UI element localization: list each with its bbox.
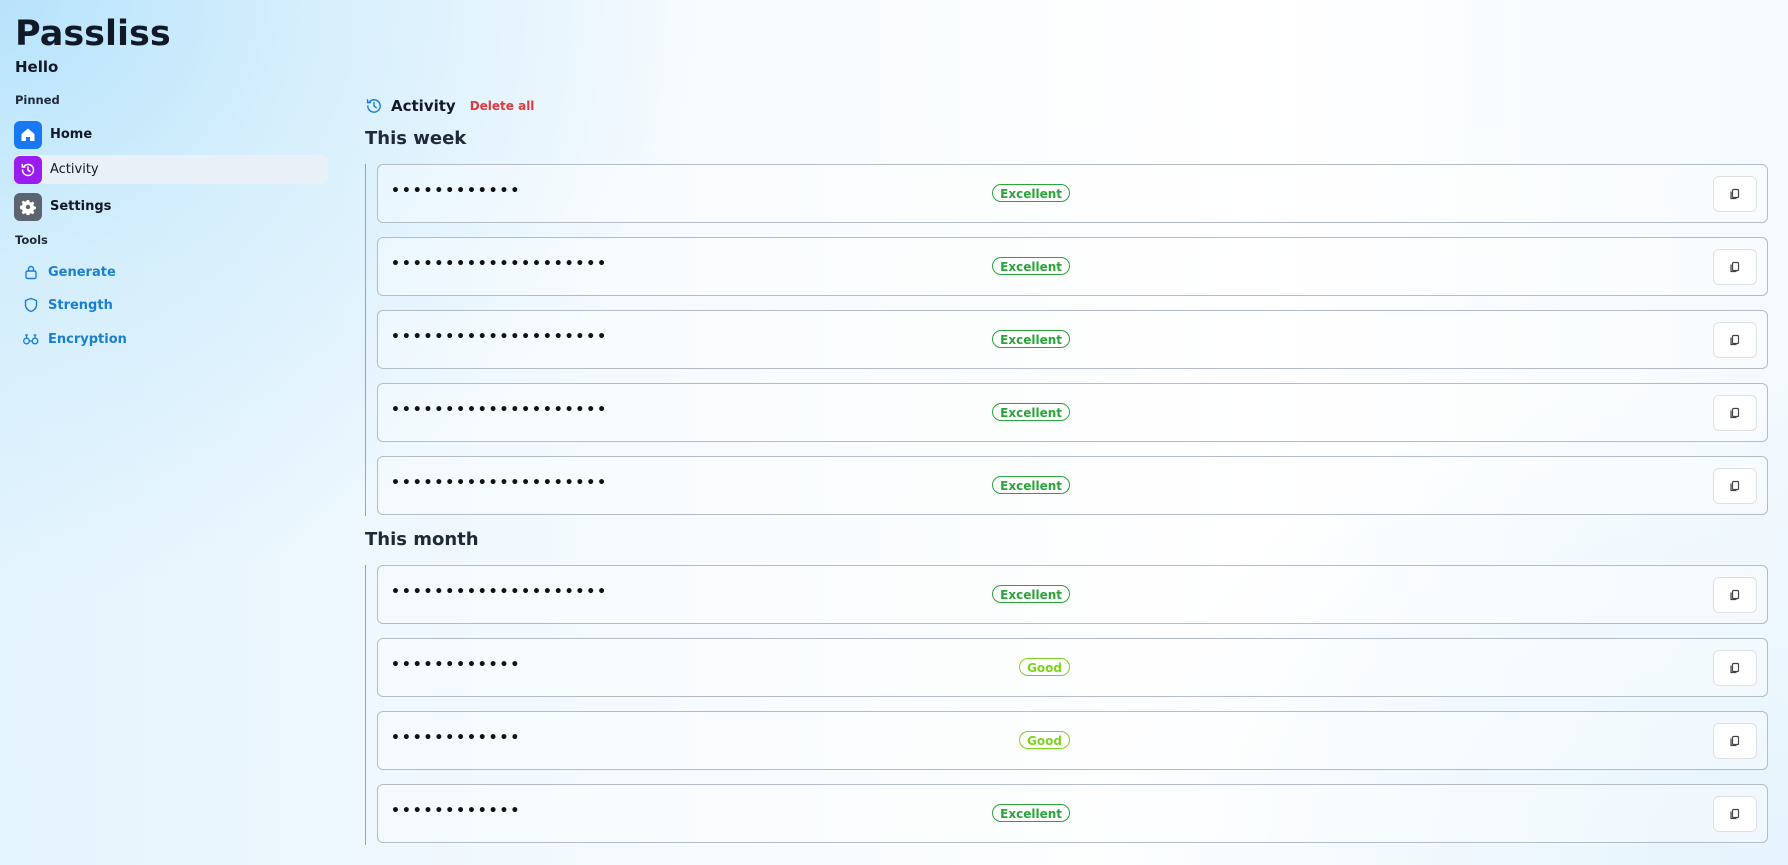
app-title: Passliss bbox=[15, 14, 171, 54]
copy-icon bbox=[1729, 404, 1741, 423]
list-item: •••••••••••• Excellent bbox=[377, 784, 1768, 843]
list-item: •••••••••••••••••••• Excellent bbox=[377, 383, 1768, 442]
sidebar-item-label: Encryption bbox=[48, 331, 127, 347]
sidebar-item-strength[interactable]: Strength bbox=[22, 294, 113, 316]
sidebar-item-label: Strength bbox=[48, 297, 113, 313]
group-divider bbox=[365, 164, 366, 516]
gear-icon bbox=[14, 192, 42, 221]
strength-badge: Excellent bbox=[992, 585, 1070, 603]
copy-icon bbox=[1729, 258, 1741, 277]
copy-button[interactable] bbox=[1713, 650, 1757, 686]
masked-password: •••••••••••••••••••• bbox=[391, 584, 608, 600]
encryption-icon bbox=[22, 330, 40, 348]
delete-all-button[interactable]: Delete all bbox=[470, 99, 535, 113]
strength-badge: Good bbox=[1019, 731, 1070, 749]
group-title-this-week: This week bbox=[365, 128, 467, 149]
strength-badge: Excellent bbox=[992, 476, 1070, 494]
masked-password: •••••••••••• bbox=[391, 657, 522, 673]
masked-password: •••••••••••••••••••• bbox=[391, 329, 608, 345]
copy-icon bbox=[1729, 805, 1741, 824]
copy-icon bbox=[1729, 185, 1741, 204]
activity-header: Activity Delete all bbox=[365, 95, 534, 117]
page-title: Activity bbox=[391, 97, 456, 115]
history-icon bbox=[365, 97, 383, 115]
copy-button[interactable] bbox=[1713, 176, 1757, 212]
sidebar: Passliss Hello Pinned Home Activity Sett… bbox=[0, 0, 340, 865]
history-icon bbox=[14, 155, 42, 184]
sidebar-item-label: Settings bbox=[50, 199, 112, 214]
copy-icon bbox=[1729, 586, 1741, 605]
copy-icon bbox=[1729, 477, 1741, 496]
copy-icon bbox=[1729, 659, 1741, 678]
copy-button[interactable] bbox=[1713, 322, 1757, 358]
tools-label: Tools bbox=[15, 233, 48, 247]
copy-button[interactable] bbox=[1713, 577, 1757, 613]
sidebar-item-label: Generate bbox=[48, 264, 116, 280]
list-item: •••••••••••••••••••• Excellent bbox=[377, 565, 1768, 624]
copy-icon bbox=[1729, 732, 1741, 751]
copy-button[interactable] bbox=[1713, 468, 1757, 504]
sidebar-item-activity[interactable]: Activity bbox=[14, 155, 328, 184]
masked-password: •••••••••••• bbox=[391, 183, 522, 199]
copy-button[interactable] bbox=[1713, 723, 1757, 759]
pinned-label: Pinned bbox=[15, 93, 60, 107]
lock-icon bbox=[22, 263, 40, 281]
home-icon bbox=[14, 120, 42, 149]
greeting: Hello bbox=[15, 58, 59, 76]
masked-password: •••••••••••• bbox=[391, 730, 522, 746]
list-item: •••••••••••••••••••• Excellent bbox=[377, 456, 1768, 515]
copy-icon bbox=[1729, 331, 1741, 350]
group-title-this-month: This month bbox=[365, 529, 479, 550]
list-item: •••••••••••• Good bbox=[377, 711, 1768, 770]
strength-badge: Excellent bbox=[992, 257, 1070, 275]
sidebar-item-label: Home bbox=[50, 127, 93, 142]
main-content: Activity Delete all This week ••••••••••… bbox=[365, 0, 1770, 865]
sidebar-item-settings[interactable]: Settings bbox=[14, 192, 328, 221]
list-item: •••••••••••••••••••• Excellent bbox=[377, 237, 1768, 296]
masked-password: •••••••••••••••••••• bbox=[391, 475, 608, 491]
sidebar-item-home[interactable]: Home bbox=[14, 120, 328, 149]
sidebar-item-encryption[interactable]: Encryption bbox=[22, 328, 127, 350]
list-item: •••••••••••••••••••• Excellent bbox=[377, 310, 1768, 369]
copy-button[interactable] bbox=[1713, 249, 1757, 285]
strength-badge: Excellent bbox=[992, 403, 1070, 421]
masked-password: •••••••••••••••••••• bbox=[391, 402, 608, 418]
strength-badge: Good bbox=[1019, 658, 1070, 676]
sidebar-item-generate[interactable]: Generate bbox=[22, 261, 116, 283]
list-item: •••••••••••• Excellent bbox=[377, 164, 1768, 223]
copy-button[interactable] bbox=[1713, 395, 1757, 431]
shield-icon bbox=[22, 296, 40, 314]
strength-badge: Excellent bbox=[992, 804, 1070, 822]
strength-badge: Excellent bbox=[992, 330, 1070, 348]
masked-password: •••••••••••• bbox=[391, 803, 522, 819]
list-item: •••••••••••• Good bbox=[377, 638, 1768, 697]
sidebar-item-label: Activity bbox=[50, 162, 99, 177]
strength-badge: Excellent bbox=[992, 184, 1070, 202]
copy-button[interactable] bbox=[1713, 796, 1757, 832]
masked-password: •••••••••••••••••••• bbox=[391, 256, 608, 272]
group-divider bbox=[365, 565, 366, 845]
